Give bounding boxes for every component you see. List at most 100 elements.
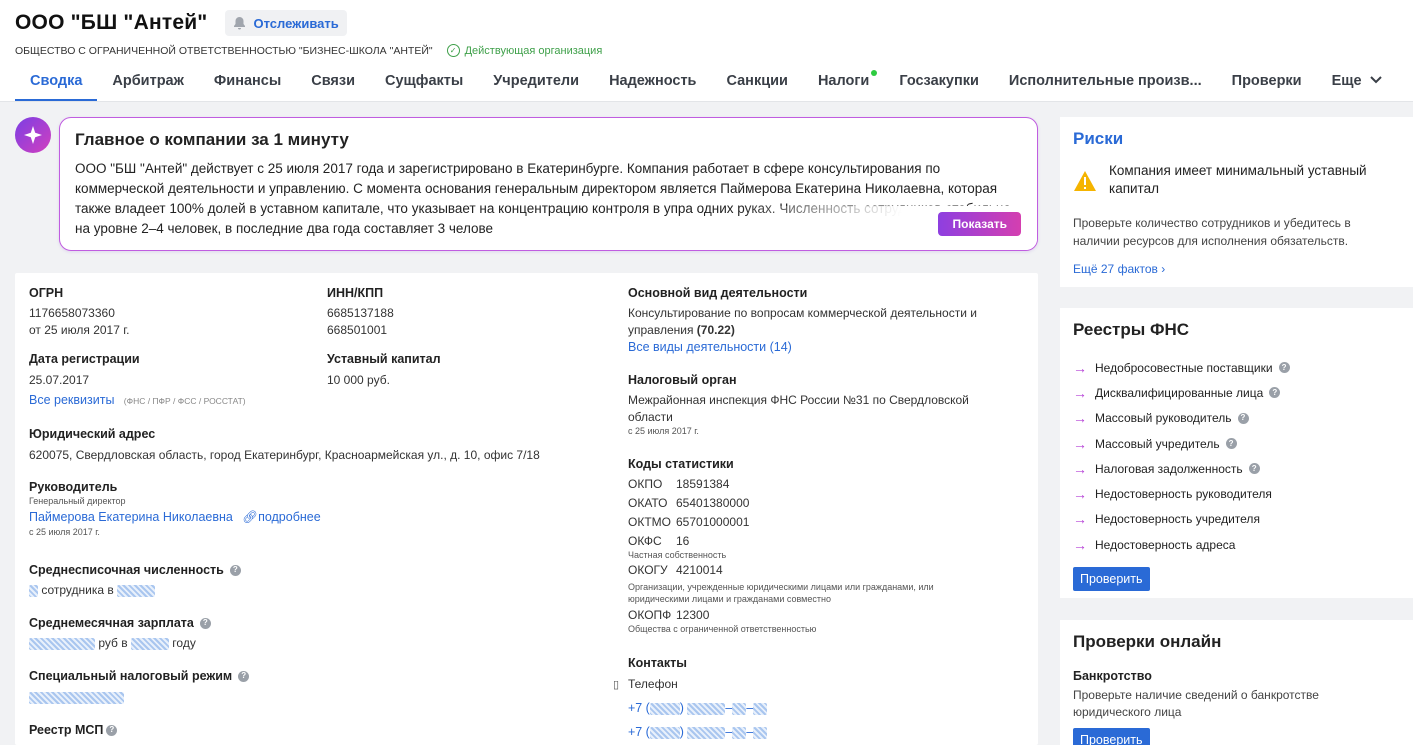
contacts-label: Контакты	[628, 656, 687, 670]
ogrn-date: от 25 июля 2017 г.	[29, 323, 130, 337]
tab-label: Исполнительные произв...	[1008, 73, 1202, 89]
tax-org-field: Налоговый орган Межрайонная инспекция ФН…	[628, 373, 1013, 436]
help-icon[interactable]: ?	[1248, 463, 1260, 475]
director-name-link[interactable]: Паймерова Екатерина Николаевна	[29, 510, 233, 524]
tab-taxes[interactable]: Налоги	[803, 66, 884, 101]
requisites-note: (ФНС / ПФР / ФСС / РОССТАТ)	[123, 396, 246, 406]
salary-text-2: году	[172, 636, 196, 650]
follow-button[interactable]: Отслеживать	[225, 10, 347, 36]
follow-label: Отслеживать	[253, 15, 339, 31]
bankruptcy-description: Проверьте наличие сведений о банкротстве…	[1073, 688, 1319, 719]
show-button[interactable]: Показать	[938, 212, 1021, 236]
tab-label: Связи	[311, 73, 356, 89]
help-icon[interactable]: ?	[1225, 438, 1237, 450]
address-value: 620075, Свердловская область, город Екат…	[29, 448, 540, 462]
okopf-label: ОКОПФ	[628, 608, 672, 622]
okfs-value: 16	[676, 534, 690, 548]
list-item: → Дисквалифицированные лица?	[1073, 380, 1400, 405]
risks-card: Риски Компания имеет минимальный уставны…	[1060, 117, 1413, 287]
employees-label: Среднесписочная численность	[29, 563, 224, 577]
risks-title[interactable]: Риски	[1073, 129, 1400, 149]
help-icon[interactable]: ?	[1278, 362, 1290, 374]
capital-field: Уставный капитал 10 000 руб.	[327, 352, 441, 389]
tax-org-value: Межрайонная инспекция ФНС России №31 по …	[628, 393, 969, 424]
sparkle-icon	[15, 117, 51, 153]
company-full-name: ОБЩЕСТВО С ОГРАНИЧЕННОЙ ОТВЕТСТВЕННОСТЬЮ…	[15, 44, 433, 57]
tab-more[interactable]: Еще	[1317, 66, 1397, 101]
list-item: → Недостоверность учредителя	[1073, 507, 1400, 532]
tab-summary[interactable]: Сводка	[15, 66, 98, 101]
address-field: Юридический адрес 620075, Свердловская о…	[29, 427, 540, 464]
hidden-value	[753, 726, 768, 739]
arrow-right-icon: →	[1073, 460, 1087, 477]
list-item: → Массовый руководитель?	[1073, 406, 1400, 431]
okpo-label: ОКПО	[628, 477, 663, 491]
oktmo-value: 65701000001	[676, 515, 750, 529]
tab-inspections[interactable]: Проверки	[1217, 66, 1317, 101]
tab-finance[interactable]: Финансы	[199, 66, 296, 101]
bell-icon	[233, 16, 247, 30]
tab-arbitration[interactable]: Арбитраж	[97, 66, 199, 101]
tab-procurement[interactable]: Госзакупки	[884, 66, 994, 101]
registry-label: Недостоверность руководителя	[1095, 487, 1272, 502]
tab-label: Госзакупки	[899, 73, 979, 89]
all-requisites-link[interactable]: Все реквизиты	[29, 393, 114, 407]
salary-text-1: руб в	[98, 636, 128, 650]
company-details-card: ОГРН 1176658073360 от 25 июля 2017 г. ИН…	[15, 273, 1038, 745]
registries-title: Реестры ФНС	[1073, 320, 1190, 339]
hidden-value[interactable]	[117, 584, 156, 597]
hidden-value[interactable]	[29, 584, 38, 597]
phone-icon: ▯	[613, 679, 620, 691]
okato-label: ОКАТО	[628, 496, 668, 510]
list-item: → Массовый учредитель?	[1073, 431, 1400, 456]
tab-reliability[interactable]: Надежность	[594, 66, 711, 101]
okopf-note: Общества с ограниченной ответственностью	[628, 624, 817, 634]
more-facts-label: Ещё 27 фактов	[1073, 262, 1158, 276]
help-icon[interactable]: ?	[106, 724, 118, 736]
help-icon[interactable]: ?	[1237, 412, 1249, 424]
tab-label: Сводка	[30, 73, 83, 89]
tab-sanctions[interactable]: Санкции	[711, 66, 802, 101]
tax-org-since: с 25 июля 2017 г.	[628, 426, 699, 436]
all-activities-link[interactable]: Все виды деятельности (14)	[628, 340, 792, 354]
phone-prefix[interactable]: +7	[628, 701, 642, 715]
help-icon[interactable]: ?	[229, 564, 241, 576]
hidden-value	[687, 726, 726, 739]
phone-number-link[interactable]: () – –	[646, 701, 768, 715]
status-badge: ✓ Действующая организация	[446, 44, 602, 57]
list-item: → Недостоверность руководителя	[1073, 481, 1400, 506]
registries-check-button[interactable]: Проверить	[1073, 567, 1150, 592]
help-icon[interactable]: ?	[1269, 387, 1281, 399]
capital-label: Уставный капитал	[327, 352, 441, 366]
capital-value: 10 000 руб.	[327, 373, 390, 387]
director-more-link[interactable]: 🔗︎подробнее	[242, 510, 321, 524]
director-field: Руководитель Генеральный директор Паймер…	[29, 480, 321, 537]
hidden-value	[649, 726, 680, 739]
registries-list: → Недобросовестные поставщики? → Дисквалиф…	[1073, 355, 1400, 557]
tab-facts[interactable]: Сущфакты	[370, 66, 478, 101]
tab-founders[interactable]: Учредители	[478, 66, 594, 101]
salary-label: Среднемесячная зарплата	[29, 616, 194, 630]
registry-label: Налоговая задолженность	[1095, 461, 1243, 476]
tab-connections[interactable]: Связи	[296, 66, 370, 101]
hidden-value[interactable]	[130, 637, 169, 650]
arrow-right-icon: →	[1073, 410, 1087, 427]
director-label: Руководитель	[29, 480, 118, 494]
bankruptcy-check-button[interactable]: Проверить	[1073, 728, 1150, 745]
phone-number-link[interactable]: () – –	[646, 725, 768, 739]
ai-summary-card: Главное о компании за 1 минуту ООО "БШ "…	[59, 117, 1038, 251]
help-icon[interactable]: ?	[238, 670, 250, 682]
tab-label: Учредители	[493, 73, 580, 89]
hidden-value[interactable]	[29, 691, 124, 704]
help-icon[interactable]: ?	[199, 617, 211, 629]
hidden-value[interactable]	[29, 637, 95, 650]
okogu-label: ОКОГУ	[628, 563, 668, 577]
activity-field: Основной вид деятельности Консультирован…	[628, 286, 1013, 356]
online-checks-card: Проверки онлайн Банкротство Проверьте на…	[1060, 620, 1413, 745]
okfs-label: ОКФС	[628, 534, 662, 548]
more-facts-link[interactable]: Ещё 27 фактов ›	[1073, 262, 1400, 276]
tab-enforcement[interactable]: Исполнительные произв...	[994, 66, 1217, 101]
hidden-value	[687, 702, 726, 715]
phone-prefix[interactable]: +7	[628, 725, 642, 739]
risk-description: Проверьте количество сотрудников и убеди…	[1073, 216, 1351, 248]
